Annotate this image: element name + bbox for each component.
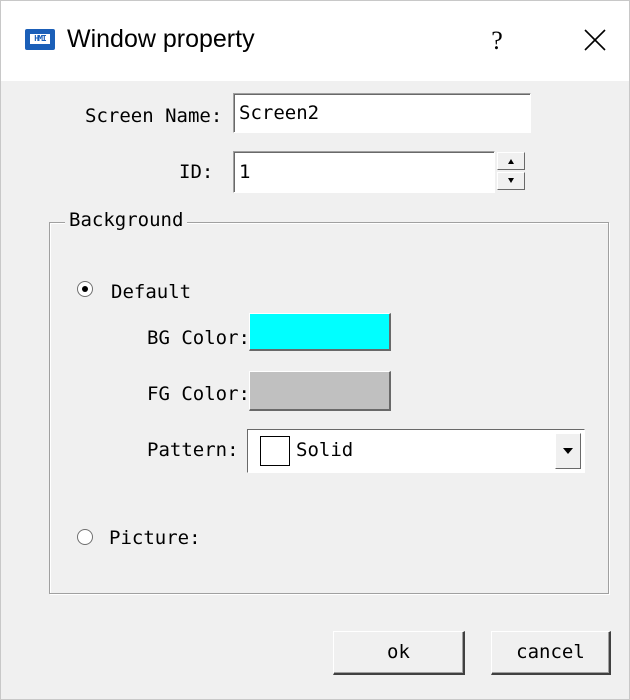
- background-group-label: Background: [65, 209, 188, 231]
- picture-radio[interactable]: [77, 529, 93, 545]
- fg-color-label: FG Color:: [147, 383, 250, 405]
- arrow-down-icon: [508, 178, 514, 183]
- arrow-up-icon: [508, 159, 514, 164]
- id-spinner: [497, 152, 527, 192]
- spin-down-button[interactable]: [497, 172, 525, 190]
- chevron-down-icon: [563, 448, 573, 454]
- radio-selected-dot: [82, 286, 88, 292]
- hmi-app-icon: HMI: [25, 29, 55, 50]
- id-input[interactable]: 1: [233, 151, 495, 193]
- fg-color-swatch[interactable]: [249, 371, 391, 411]
- pattern-dropdown-button[interactable]: [555, 433, 581, 469]
- default-radio[interactable]: [77, 281, 93, 297]
- pattern-swatch: [260, 436, 290, 466]
- window-property-dialog: HMI Window property ? Screen Name: Scree…: [0, 0, 630, 700]
- screen-name-label: Screen Name:: [85, 105, 223, 127]
- app-icon-text: HMI: [30, 34, 50, 44]
- close-icon: [584, 29, 606, 51]
- bg-color-label: BG Color:: [147, 327, 250, 349]
- screen-name-input[interactable]: Screen2: [233, 93, 531, 133]
- id-label: ID:: [179, 161, 214, 183]
- default-radio-label[interactable]: Default: [111, 281, 191, 303]
- title-bar: HMI Window property ?: [1, 1, 629, 81]
- ok-button[interactable]: ok: [333, 631, 465, 675]
- spin-up-button[interactable]: [497, 152, 525, 170]
- pattern-value: Solid: [296, 439, 354, 461]
- bg-color-swatch[interactable]: [249, 313, 391, 351]
- cancel-button[interactable]: cancel: [491, 631, 611, 675]
- pattern-label: Pattern:: [147, 439, 239, 461]
- pattern-dropdown[interactable]: Solid: [247, 429, 585, 473]
- picture-radio-label[interactable]: Picture:: [109, 527, 201, 549]
- close-button[interactable]: [573, 21, 617, 61]
- help-button[interactable]: ?: [479, 21, 515, 61]
- window-title: Window property: [67, 25, 255, 53]
